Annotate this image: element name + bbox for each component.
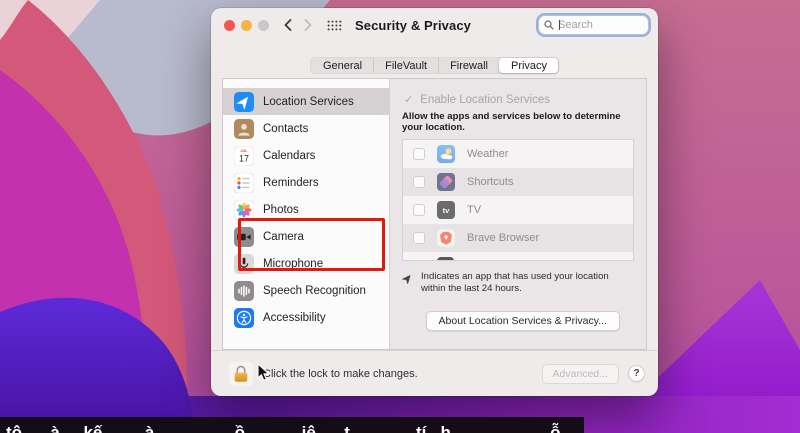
minimize-window-button[interactable] <box>241 19 252 31</box>
list-item-partial <box>403 252 633 260</box>
location-apps-list: Weather Shortcuts tv TV Brave Browser <box>402 139 634 261</box>
tab-bar: General FileVault Firewall Privacy <box>309 57 560 74</box>
advanced-button[interactable]: Advanced... <box>541 363 619 384</box>
sidebar-item-label: Calendars <box>263 149 316 162</box>
tab-filevault[interactable]: FileVault <box>373 58 438 73</box>
weather-checkbox[interactable] <box>413 148 425 160</box>
location-services-panel: ✓ Enable Location Services Allow the app… <box>390 79 646 349</box>
text-caret <box>559 20 560 30</box>
window-footer: Click the lock to make changes. Advanced… <box>211 350 658 396</box>
camera-icon <box>234 226 254 247</box>
sidebar-item-microphone[interactable]: Microphone <box>223 250 389 277</box>
sidebar-item-contacts[interactable]: Contacts <box>223 115 389 142</box>
privacy-pane: Location Services Contacts JUL 17 Calend… <box>222 78 647 350</box>
app-name: Brave Browser <box>467 232 540 244</box>
app-name: Shortcuts <box>467 176 514 188</box>
enable-location-services-label: Enable Location Services <box>420 93 550 106</box>
sidebar-item-reminders[interactable]: Reminders <box>223 169 389 196</box>
list-item-tv[interactable]: tv TV <box>403 196 633 224</box>
svg-text:17: 17 <box>239 153 249 163</box>
screen: Security & Privacy General FileVault Fir… <box>0 0 800 433</box>
sidebar-item-speech-recognition[interactable]: Speech Recognition <box>223 277 389 304</box>
sidebar-item-label: Location Services <box>263 95 354 108</box>
sidebar-item-label: Reminders <box>263 176 319 189</box>
weather-app-icon <box>437 145 455 163</box>
list-item-shortcuts[interactable]: Shortcuts <box>403 168 633 196</box>
sidebar-item-label: Accessibility <box>263 311 326 324</box>
about-location-services-button[interactable]: About Location Services & Privacy... <box>425 311 620 331</box>
lock-button[interactable] <box>228 360 254 387</box>
contacts-icon <box>234 118 254 139</box>
note-text: Indicates an app that has used your loca… <box>421 271 609 295</box>
sidebar-item-label: Speech Recognition <box>263 284 366 297</box>
lock-message: Click the lock to make changes. <box>263 367 418 380</box>
subtitle-text: tộ à kế à ồ iê t tí h ỗ <box>6 423 561 433</box>
accessibility-icon <box>234 307 254 328</box>
show-all-grid-icon[interactable] <box>327 20 342 31</box>
app-name: TV <box>467 204 482 216</box>
sidebar-item-calendars[interactable]: JUL 17 Calendars <box>223 142 389 169</box>
sidebar-item-photos[interactable]: Photos <box>223 196 389 223</box>
brave-browser-app-icon <box>437 229 455 247</box>
traffic-lights <box>224 19 269 31</box>
sidebar-item-camera[interactable]: Camera <box>223 223 389 250</box>
enable-location-services-checkbox[interactable]: ✓ Enable Location Services <box>404 93 634 107</box>
sidebar-item-location-services[interactable]: Location Services <box>223 88 389 115</box>
search-icon <box>544 20 554 30</box>
security-privacy-window: Security & Privacy General FileVault Fir… <box>211 8 658 396</box>
list-item-weather[interactable]: Weather <box>403 140 633 168</box>
tab-general[interactable]: General <box>311 58 373 73</box>
svg-text:tv: tv <box>443 206 450 215</box>
tv-checkbox[interactable] <box>413 204 425 216</box>
sidebar-item-label: Microphone <box>263 257 324 270</box>
partial-app-icon <box>437 257 454 260</box>
sidebar-item-label: Photos <box>263 203 299 216</box>
location-services-icon <box>234 91 254 112</box>
forward-icon[interactable] <box>304 19 312 31</box>
subtitle-bar: tộ à kế à ồ iê t tí h ỗ <box>0 417 584 433</box>
sidebar-item-accessibility[interactable]: Accessibility <box>223 304 389 331</box>
back-icon[interactable] <box>284 19 292 31</box>
help-button[interactable]: ? <box>628 365 645 382</box>
microphone-icon <box>234 253 254 274</box>
shortcuts-app-icon <box>437 173 455 191</box>
panel-description: Allow the apps and services below to det… <box>402 111 621 133</box>
brave-checkbox[interactable] <box>413 232 425 244</box>
search-input[interactable] <box>558 19 638 31</box>
location-arrow-icon <box>402 274 411 284</box>
mouse-cursor <box>257 363 270 381</box>
tab-privacy[interactable]: Privacy <box>498 58 559 73</box>
checkmark-icon: ✓ <box>404 94 414 106</box>
svg-text:JUL: JUL <box>240 149 248 153</box>
zoom-window-button <box>258 19 269 31</box>
speech-recognition-icon <box>234 280 254 301</box>
sidebar-item-label: Camera <box>263 230 304 243</box>
window-title: Security & Privacy <box>355 17 471 33</box>
lock-icon <box>234 365 248 382</box>
privacy-sidebar: Location Services Contacts JUL 17 Calend… <box>223 79 390 349</box>
app-name: Weather <box>467 148 509 160</box>
sidebar-item-label: Contacts <box>263 122 309 135</box>
tab-firewall[interactable]: Firewall <box>438 58 499 73</box>
reminders-icon <box>234 172 254 193</box>
shortcuts-checkbox[interactable] <box>413 176 425 188</box>
list-item-brave-browser[interactable]: Brave Browser <box>403 224 633 252</box>
calendars-icon: JUL 17 <box>234 145 254 166</box>
search-field[interactable] <box>539 16 648 34</box>
location-usage-note: Indicates an app that has used your loca… <box>402 271 634 296</box>
close-window-button[interactable] <box>224 19 235 31</box>
tv-app-icon: tv <box>437 201 455 219</box>
photos-icon <box>234 199 254 220</box>
titlebar: Security & Privacy <box>211 8 658 42</box>
